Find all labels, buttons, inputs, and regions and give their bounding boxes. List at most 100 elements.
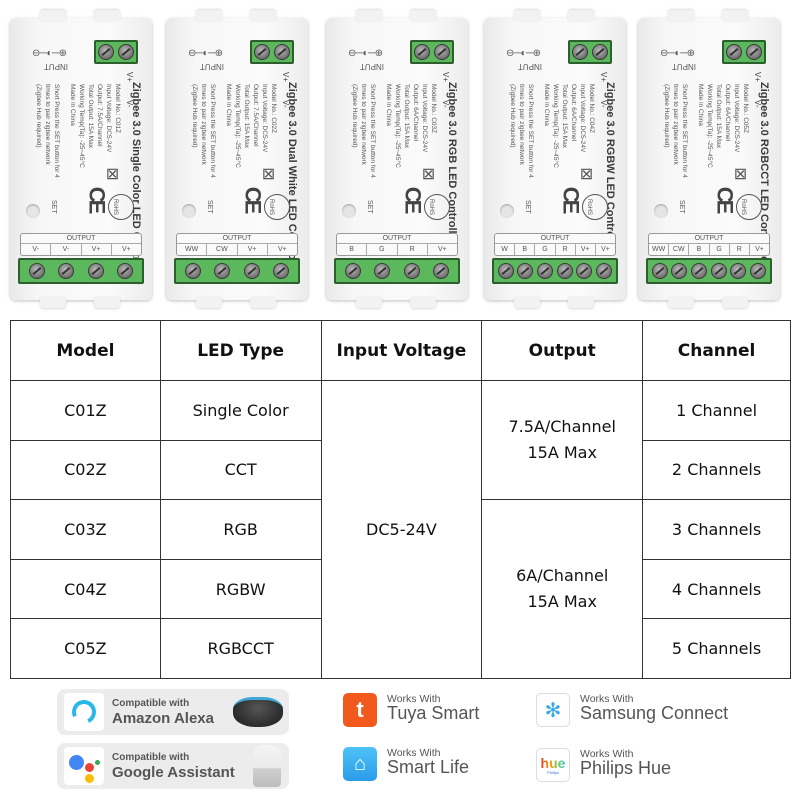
input-label: INPUT [672,62,696,71]
note-line: Short Press the SET button for 4 [527,84,534,178]
spec-line: Output: 7.5A/Channel [252,84,259,147]
input-label: INPUT [518,62,542,71]
rohs-icon: RoHS [424,194,450,220]
google-badge: Compatible with Google Assistant [57,743,289,789]
note-line: (Zigbee Hub required) [663,84,670,148]
ce-mark-icon: CE [712,186,738,212]
output-pin-label: CW [206,244,236,255]
set-button[interactable] [500,204,514,218]
spec-line: Working Temp(Ta): -25~45°C [552,84,559,168]
note-line: times to pair zigbee network [360,84,367,165]
google-assistant-logo [64,747,104,785]
output-terminal [646,258,772,284]
screw-icon [434,44,450,60]
screw-icon [274,44,290,60]
output-pin-label: WW [651,246,666,253]
screw-icon [87,263,104,279]
controller-device: ⊖─◐─⊕ INPUT V+ V- Zigbee 3.0 RGBCCT LED … [638,10,780,308]
screw-icon [98,44,114,60]
cell-led-type: CCT [159,439,322,501]
set-button[interactable] [654,204,668,218]
header-input-voltage: Input Voltage [320,320,483,381]
device-specs: Model No.: C03Z Input Voltage: DC5-24V Out… [384,84,438,168]
screw-icon [58,263,75,279]
output-pin-label: V+ [236,244,267,255]
google-small-text: Compatible with [112,752,190,763]
cell-model: C05Z [10,618,161,679]
cell-led-type: RGB [159,499,322,560]
set-button[interactable] [26,204,40,218]
input-terminal [410,40,454,64]
spec-line: Working Temp(Ta): -25~45°C [706,84,713,168]
weee-bin-icon: ⊠ [731,167,749,181]
output-label-box: OUTPUT WW CW V+ V+ [176,233,298,256]
input-label: INPUT [44,62,68,71]
note-line: Short Press the SET button for 4 [53,84,60,178]
spec-line: Total Output: 15A Max [87,84,94,148]
case-notch [94,296,120,308]
rohs-icon: RoHS [736,194,762,220]
spec-line: Output: 6A/Channel [724,84,731,142]
output-line-2: 15A Max [527,443,597,463]
screw-icon [576,263,593,279]
device-specs: Model No.: C05Z Input Voltage: DC5-24V Out… [696,84,750,168]
weee-bin-icon: ⊠ [259,167,277,181]
screw-icon [651,263,668,279]
case-notch [40,296,66,308]
screw-icon [730,263,747,279]
cell-channel: 2 Channels [642,439,791,501]
spec-line: Input Voltage: DC5-24V [733,84,740,153]
screw-icon [671,263,688,279]
output-pins: WW CW V+ V+ [177,244,297,255]
spec-line: Total Output: 15A Max [243,84,250,148]
screw-icon [117,263,134,279]
note-line: times to pair zigbee network [200,84,207,165]
input-terminal [568,40,612,64]
screw-icon [403,263,420,279]
note-line: times to pair zigbee network [672,84,679,165]
output-pin-label: W [501,246,508,253]
spec-line: Model No.: C03Z [430,84,437,134]
dc-polarity-icon: ⊖─◐─⊕ [348,48,383,59]
cell-led-type: Single Color [159,380,322,441]
case-notch [196,296,222,308]
cell-led-type: RGBW [159,558,322,620]
output-pin-label: V+ [80,244,111,255]
controller-device: ⊖─◐─⊕ INPUT V+ V- Zigbee 3.0 RGBW LED Co… [484,10,626,308]
output-pin-label: B [514,244,534,255]
output-header: OUTPUT [649,234,769,244]
output-line-1: 6A/Channel [516,566,609,586]
ce-mark-icon: CE [558,186,584,212]
samsung-connect-icon: ✻ [536,693,570,727]
output-label-box: OUTPUT V- V- V+ V+ [20,233,142,256]
set-label: SET [524,200,531,214]
tuya-big-text: Tuya Smart [387,703,480,723]
set-button[interactable] [342,204,356,218]
spec-line: Working Temp(Ta): -25~45°C [394,84,401,168]
screw-icon [497,263,514,279]
output-pins: V- V- V+ V+ [21,244,141,255]
header-output: Output [481,320,644,381]
spec-line: Output: 6A/Channel [570,84,577,142]
screw-icon [28,263,45,279]
header-led-type: LED Type [159,320,322,381]
device-note: Short Press the SET button for 4 times to… [350,84,377,178]
screw-icon [344,263,361,279]
case-notch [668,296,694,308]
output-header: OUTPUT [21,234,141,244]
case-notch [40,10,66,22]
google-home-speaker-icon [253,745,281,787]
note-line: times to pair zigbee network [44,84,51,165]
spec-line: Output: 6A/Channel [412,84,419,142]
output-pins: W B G R V+ V+ [495,244,615,255]
screw-icon [273,263,290,279]
case-notch [410,296,436,308]
output-terminal [334,258,460,284]
echo-dot-icon [233,697,283,727]
alexa-big-text: Amazon Alexa [112,710,214,727]
screw-icon [433,263,450,279]
set-button[interactable] [182,204,196,218]
ga-red-dot-icon [85,763,94,772]
philips-hue-icon: hue Philips [536,748,570,782]
cell-model: C01Z [10,380,161,441]
